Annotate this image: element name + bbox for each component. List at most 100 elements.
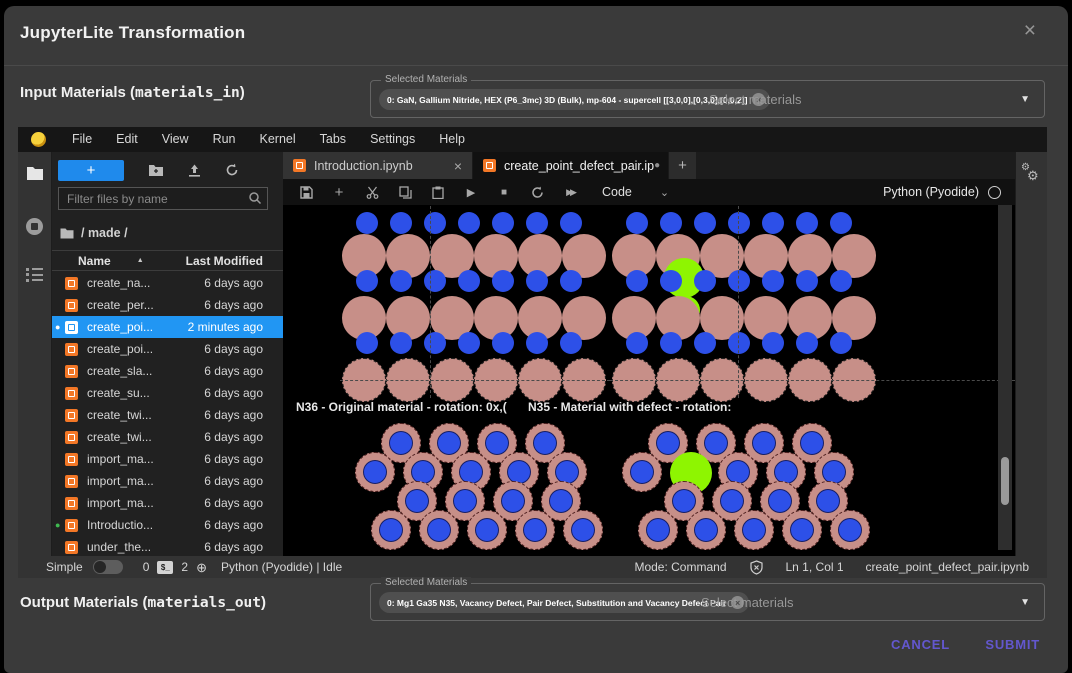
file-row[interactable]: ●Introductio...6 days ago: [52, 514, 283, 536]
kernel-status-icon[interactable]: [988, 186, 1001, 199]
close-icon[interactable]: ×: [1024, 21, 1036, 41]
interrupt-kernel-icon[interactable]: ■: [494, 187, 514, 198]
kernel-sessions-icon[interactable]: ⊕: [196, 561, 207, 574]
name-column-header[interactable]: Name: [78, 254, 111, 268]
tab-create-point-defect-pair-ip[interactable]: create_point_defect_pair.ip●: [473, 152, 669, 179]
file-row[interactable]: import_ma...6 days ago: [52, 492, 283, 514]
cell-type-dropdown[interactable]: Code: [602, 185, 632, 199]
atom: [796, 270, 818, 292]
atom: [626, 212, 648, 234]
new-folder-icon[interactable]: [148, 164, 164, 177]
tab-label: Introduction.ipynb: [314, 159, 413, 173]
file-row[interactable]: create_per...6 days ago: [52, 294, 283, 316]
menu-item-view[interactable]: View: [150, 127, 201, 152]
notebook-file-icon: [65, 299, 78, 312]
chevron-down-icon[interactable]: ⌄: [660, 186, 669, 199]
figure-caption-defect: N35 - Material with defect - rotation:: [528, 400, 731, 414]
atom: [694, 332, 716, 354]
new-launcher-button[interactable]: +: [58, 160, 124, 181]
add-tab-icon[interactable]: +: [669, 152, 696, 179]
dirty-dot-icon[interactable]: ●: [654, 160, 660, 171]
atom: [830, 212, 852, 234]
menu-item-help[interactable]: Help: [427, 127, 477, 152]
atom: [830, 270, 852, 292]
modified-column-header[interactable]: Last Modified: [186, 254, 263, 268]
scrollbar-thumb[interactable]: [1001, 457, 1009, 505]
menu-item-kernel[interactable]: Kernel: [248, 127, 308, 152]
atom: [782, 510, 822, 550]
output-material-chip[interactable]: 0: Mg1 Ga35 N35, Vacancy Defect, Pair De…: [379, 592, 749, 613]
file-row[interactable]: create_poi...6 days ago: [52, 338, 283, 360]
restart-run-all-icon[interactable]: ▶▶: [560, 187, 580, 198]
cursor-position[interactable]: Ln 1, Col 1: [786, 560, 844, 574]
insert-cell-icon[interactable]: +: [329, 184, 349, 201]
dropdown-arrow-icon[interactable]: ▼: [1020, 94, 1030, 105]
submit-button[interactable]: SUBMIT: [985, 637, 1040, 652]
menu-item-settings[interactable]: Settings: [358, 127, 427, 152]
property-inspector-icon[interactable]: ⚙ ⚙: [1021, 164, 1043, 186]
output-materials-select[interactable]: Selected Materials 0: Mg1 Ga35 N35, Vaca…: [370, 583, 1045, 621]
file-browser-icon[interactable]: [26, 166, 44, 186]
figure-original-top-view: [353, 423, 608, 554]
sort-ascending-icon[interactable]: ▲: [137, 257, 144, 264]
file-row[interactable]: import_ma...6 days ago: [52, 470, 283, 492]
dropdown-arrow-icon[interactable]: ▼: [1020, 597, 1030, 608]
simple-mode-toggle[interactable]: [93, 560, 123, 574]
atom-core: [800, 431, 824, 455]
table-of-contents-icon[interactable]: [26, 265, 43, 284]
file-row[interactable]: under_the...6 days ago: [52, 536, 283, 556]
file-modified: 6 days ago: [204, 276, 263, 290]
restart-kernel-icon[interactable]: [527, 186, 547, 199]
menu-item-edit[interactable]: Edit: [104, 127, 150, 152]
copy-cells-icon[interactable]: [395, 186, 415, 199]
editor-mode-indicator[interactable]: Mode: Command: [634, 560, 726, 574]
menu-item-run[interactable]: Run: [201, 127, 248, 152]
cancel-button[interactable]: CANCEL: [891, 637, 950, 652]
atom: [356, 270, 378, 292]
notebook-scrollbar[interactable]: [998, 205, 1012, 550]
terminal-icon[interactable]: $_: [157, 561, 173, 574]
atom-core: [720, 489, 744, 513]
figure-original-side-view: [340, 210, 610, 395]
atom-core: [533, 431, 557, 455]
filter-files-input[interactable]: [58, 187, 268, 210]
cut-cells-icon[interactable]: [362, 186, 382, 199]
kernel-name-button[interactable]: Python (Pyodide): [883, 185, 979, 199]
atom-core: [549, 489, 573, 513]
file-row[interactable]: import_ma...6 days ago: [52, 448, 283, 470]
menu-item-file[interactable]: File: [60, 127, 104, 152]
jupyterlite-logo-icon: [31, 132, 46, 147]
dashed-cell-boundary: [610, 380, 1015, 381]
menu-item-tabs[interactable]: Tabs: [308, 127, 358, 152]
kernel-status-text[interactable]: Python (Pyodide) | Idle: [221, 560, 342, 574]
input-materials-select[interactable]: Selected Materials 0: GaN, Gallium Nitri…: [370, 80, 1045, 118]
terminal-count[interactable]: 0: [143, 560, 150, 574]
atom: [492, 270, 514, 292]
save-icon[interactable]: [296, 186, 316, 199]
dialog-title: JupyterLite Transformation: [20, 23, 245, 43]
file-row[interactable]: create_sla...6 days ago: [52, 360, 283, 382]
atom-core: [523, 518, 547, 542]
upload-icon[interactable]: [188, 164, 201, 177]
notebook-file-icon: [65, 365, 78, 378]
output-label-suffix: ): [261, 594, 266, 611]
shield-x-icon[interactable]: [749, 560, 764, 575]
atom-core: [379, 518, 403, 542]
refresh-icon[interactable]: [225, 163, 239, 177]
file-row[interactable]: create_na...6 days ago: [52, 272, 283, 294]
running-sessions-icon[interactable]: [26, 218, 43, 235]
tab-introduction-ipynb[interactable]: Introduction.ipynb ×: [283, 152, 473, 179]
file-row[interactable]: create_twi...6 days ago: [52, 426, 283, 448]
tab-close-icon[interactable]: ×: [454, 158, 462, 174]
file-row[interactable]: create_twi...6 days ago: [52, 404, 283, 426]
file-row[interactable]: create_su...6 days ago: [52, 382, 283, 404]
atom-core: [363, 460, 387, 484]
file-modified: 6 days ago: [204, 540, 263, 554]
atom-core: [646, 518, 670, 542]
file-name: create_per...: [87, 298, 154, 312]
breadcrumb[interactable]: / made /: [60, 226, 128, 240]
kernel-count[interactable]: 2: [181, 560, 188, 574]
run-cell-icon[interactable]: ▶: [461, 186, 481, 199]
file-row[interactable]: ●create_poi...2 minutes ago: [52, 316, 283, 338]
paste-cells-icon[interactable]: [428, 186, 448, 199]
